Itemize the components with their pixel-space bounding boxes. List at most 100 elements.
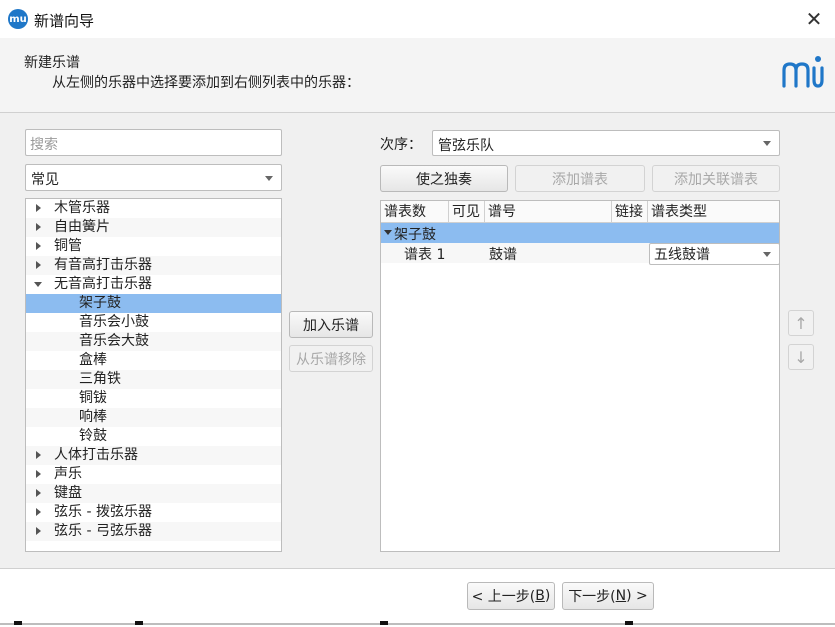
title-bar — [0, 0, 835, 38]
instrument-category[interactable]: 铜管 — [26, 237, 281, 256]
make-soloist-button[interactable]: 使之独奏 — [380, 165, 508, 192]
add-linked-staff-button[interactable]: 添加关联谱表 — [652, 165, 780, 192]
window-title: 新谱向导 — [34, 12, 95, 30]
instrument-category[interactable]: 键盘 — [26, 484, 281, 503]
musescore-app-icon: mu — [8, 9, 28, 29]
window-bottom-border — [0, 623, 835, 625]
tree-item-label: 声乐 — [54, 466, 82, 482]
taskbar-marker — [380, 621, 388, 625]
order-select[interactable]: 管弦乐队 — [432, 130, 780, 156]
close-icon[interactable]: ✕ — [801, 6, 827, 32]
chevron-down-icon — [763, 141, 771, 146]
instrument-category[interactable]: 有音高打击乐器 — [26, 256, 281, 275]
tree-item-label: 铜钹 — [79, 390, 107, 406]
column-header-clef[interactable]: 谱号 — [485, 201, 612, 223]
instrument-item[interactable]: 音乐会大鼓 — [26, 332, 281, 351]
tree-item-label: 键盘 — [54, 485, 82, 501]
instrument-group-row[interactable]: 架子鼓 — [381, 223, 779, 243]
staff-type-select[interactable]: 五线鼓谱 — [649, 243, 780, 265]
back-label-end: ) — [544, 588, 551, 604]
tree-item-label: 木管乐器 — [54, 200, 110, 216]
footer-divider — [0, 568, 835, 569]
back-button[interactable]: < 上一步(B) — [467, 582, 555, 610]
back-label: < 上一步( — [471, 589, 536, 605]
tree-item-label: 弦乐 - 拨弦乐器 — [54, 504, 152, 520]
next-button[interactable]: 下一步(N) > — [562, 582, 654, 610]
chevron-right-icon[interactable] — [36, 508, 41, 516]
page-subtitle: 从左侧的乐器中选择要添加到右侧列表中的乐器： — [52, 75, 360, 91]
tree-item-label: 人体打击乐器 — [54, 447, 138, 463]
back-shortcut-key: B — [535, 588, 545, 604]
taskbar-marker — [14, 621, 22, 625]
tree-item-label: 响棒 — [79, 409, 107, 425]
chevron-right-icon[interactable] — [36, 204, 41, 212]
column-header-visible[interactable]: 可见 — [449, 201, 485, 223]
chevron-down-icon — [763, 252, 771, 257]
chevron-right-icon[interactable] — [36, 527, 41, 535]
order-label: 次序： — [380, 137, 422, 153]
instrument-item[interactable]: 架子鼓 — [26, 294, 281, 313]
next-shortcut-key: N — [615, 588, 627, 604]
tree-item-label: 音乐会大鼓 — [79, 333, 149, 349]
tree-item-label: 无音高打击乐器 — [54, 276, 152, 292]
tree-item-label: 三角铁 — [79, 371, 121, 387]
add-to-score-button[interactable]: 加入乐谱 — [289, 311, 373, 338]
chevron-right-icon[interactable] — [36, 242, 41, 250]
instrument-item[interactable]: 音乐会小鼓 — [26, 313, 281, 332]
chevron-right-icon[interactable] — [36, 261, 41, 269]
tree-item-label: 铜管 — [54, 238, 82, 254]
instrument-category[interactable]: 自由簧片 — [26, 218, 281, 237]
arrow-up-icon: ↑ — [794, 313, 808, 333]
chevron-down-icon[interactable] — [34, 282, 42, 287]
taskbar-marker — [625, 621, 633, 625]
column-header-staves[interactable]: 谱表数 — [381, 201, 449, 223]
category-select[interactable]: 常见 — [25, 164, 282, 191]
instrument-name: 架子鼓 — [394, 227, 436, 243]
instrument-item[interactable]: 铜钹 — [26, 389, 281, 408]
instrument-item[interactable]: 盒棒 — [26, 351, 281, 370]
chevron-right-icon[interactable] — [36, 223, 41, 231]
tree-item-label: 盒棒 — [79, 352, 107, 368]
page-title: 新建乐谱 — [24, 55, 80, 71]
tree-item-label: 自由簧片 — [54, 219, 110, 235]
musescore-logo-icon — [782, 56, 824, 88]
search-placeholder: 搜索 — [30, 137, 58, 153]
next-label-end: ) > — [626, 588, 648, 604]
staff-name: 谱表 1 — [404, 247, 446, 263]
tree-item-label: 有音高打击乐器 — [54, 257, 152, 273]
category-value: 常见 — [31, 172, 59, 188]
remove-from-score-button[interactable]: 从乐谱移除 — [289, 345, 373, 372]
add-staff-button[interactable]: 添加谱表 — [515, 165, 645, 192]
column-header-staff-type[interactable]: 谱表类型 — [648, 201, 779, 223]
move-down-button[interactable]: ↓ — [788, 344, 814, 370]
tree-item-label: 弦乐 - 弓弦乐器 — [54, 523, 152, 539]
order-value: 管弦乐队 — [438, 138, 494, 154]
instrument-item[interactable]: 铃鼓 — [26, 427, 281, 446]
search-input[interactable]: 搜索 — [25, 129, 282, 156]
chevron-right-icon[interactable] — [36, 489, 41, 497]
move-up-button[interactable]: ↑ — [788, 310, 814, 336]
staff-type-value: 五线鼓谱 — [654, 247, 710, 263]
expand-arrow-icon[interactable] — [384, 230, 392, 235]
instrument-category[interactable]: 木管乐器 — [26, 199, 281, 218]
instrument-tree[interactable]: 木管乐器自由簧片铜管有音高打击乐器 无音高打击乐器架子鼓 音乐会小鼓音乐会大鼓盒棒三… — [25, 198, 282, 552]
tree-item-label: 音乐会小鼓 — [79, 314, 149, 330]
instrument-category[interactable]: 弦乐 - 拨弦乐器 — [26, 503, 281, 522]
staff-row[interactable]: 谱表 1 鼓谱 五线鼓谱 — [381, 243, 780, 265]
instrument-category[interactable]: 无音高打击乐器 — [26, 275, 281, 294]
instrument-item[interactable]: 响棒 — [26, 408, 281, 427]
instrument-category[interactable]: 人体打击乐器 — [26, 446, 281, 465]
next-label: 下一步( — [568, 589, 616, 605]
score-staff-table[interactable]: 谱表数 可见 谱号 链接 谱表类型 架子鼓 谱表 1 鼓谱 五线鼓谱 — [380, 200, 780, 552]
chevron-right-icon[interactable] — [36, 451, 41, 459]
tree-item-label: 铃鼓 — [79, 428, 107, 444]
chevron-right-icon[interactable] — [36, 470, 41, 478]
taskbar-marker — [135, 621, 143, 625]
instrument-category[interactable]: 声乐 — [26, 465, 281, 484]
arrow-down-icon: ↓ — [794, 347, 808, 367]
column-header-linked[interactable]: 链接 — [612, 201, 648, 223]
instrument-category[interactable]: 弦乐 - 弓弦乐器 — [26, 522, 281, 541]
chevron-down-icon — [265, 175, 273, 181]
instrument-item[interactable]: 三角铁 — [26, 370, 281, 389]
staff-clef[interactable]: 鼓谱 — [489, 244, 517, 264]
